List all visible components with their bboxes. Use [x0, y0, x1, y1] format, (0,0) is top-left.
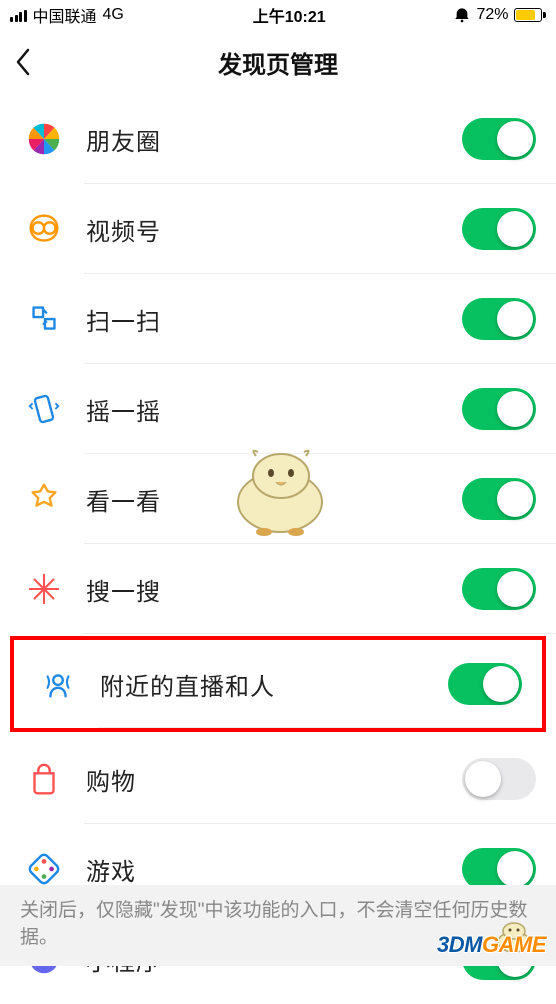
toggle-moments[interactable] [462, 118, 536, 160]
toggle-nearby[interactable] [448, 663, 522, 705]
signal-icon [10, 8, 27, 22]
channels-icon [24, 209, 64, 249]
network-label: 4G [103, 6, 124, 24]
scan-icon [24, 299, 64, 339]
row-scan: 扫一扫 [0, 274, 556, 364]
row-search: 搜一搜 [0, 544, 556, 634]
topstories-icon [24, 479, 64, 519]
moments-icon [24, 119, 64, 159]
row-label: 朋友圈 [86, 122, 161, 157]
games-icon [24, 849, 64, 889]
watermark: 3DMGAME [437, 932, 546, 958]
toggle-channels[interactable] [462, 208, 536, 250]
search-icon [24, 569, 64, 609]
row-moments: 朋友圈 [0, 94, 556, 184]
row-topstories: 看一看 [0, 454, 556, 544]
battery-pct: 72% [476, 6, 508, 24]
row-label: 购物 [86, 762, 136, 797]
row-label: 附近的直播和人 [100, 667, 275, 702]
page-title: 发现页管理 [218, 45, 338, 80]
toggle-scan[interactable] [462, 298, 536, 340]
row-shake: 摇一摇 [0, 364, 556, 454]
toggle-search[interactable] [462, 568, 536, 610]
shopping-icon [24, 759, 64, 799]
status-bar: 中国联通 4G 上午10:21 72% [0, 0, 556, 30]
toggle-topstories[interactable] [462, 478, 536, 520]
page-header: 发现页管理 [0, 30, 556, 94]
shake-icon [24, 389, 64, 429]
row-label: 摇一摇 [86, 392, 161, 427]
nearby-icon [38, 664, 78, 704]
back-button[interactable] [14, 47, 32, 77]
battery-icon [514, 8, 546, 22]
toggle-games[interactable] [462, 848, 536, 890]
status-time: 上午10:21 [253, 3, 326, 27]
row-nearby: 附近的直播和人 [14, 640, 542, 728]
row-label: 搜一搜 [86, 572, 161, 607]
settings-list: 朋友圈视频号扫一扫摇一摇看一看搜一搜附近的直播和人购物游戏小程序 [0, 94, 556, 1004]
row-channels: 视频号 [0, 184, 556, 274]
alarm-icon [454, 7, 470, 23]
row-label: 看一看 [86, 482, 161, 517]
toggle-shopping[interactable] [462, 758, 536, 800]
row-shopping: 购物 [0, 734, 556, 824]
row-label: 扫一扫 [86, 302, 161, 337]
row-label: 视频号 [86, 212, 161, 247]
toggle-shake[interactable] [462, 388, 536, 430]
carrier-label: 中国联通 [33, 3, 97, 27]
row-label: 游戏 [86, 852, 136, 887]
highlight-box: 附近的直播和人 [10, 636, 546, 732]
